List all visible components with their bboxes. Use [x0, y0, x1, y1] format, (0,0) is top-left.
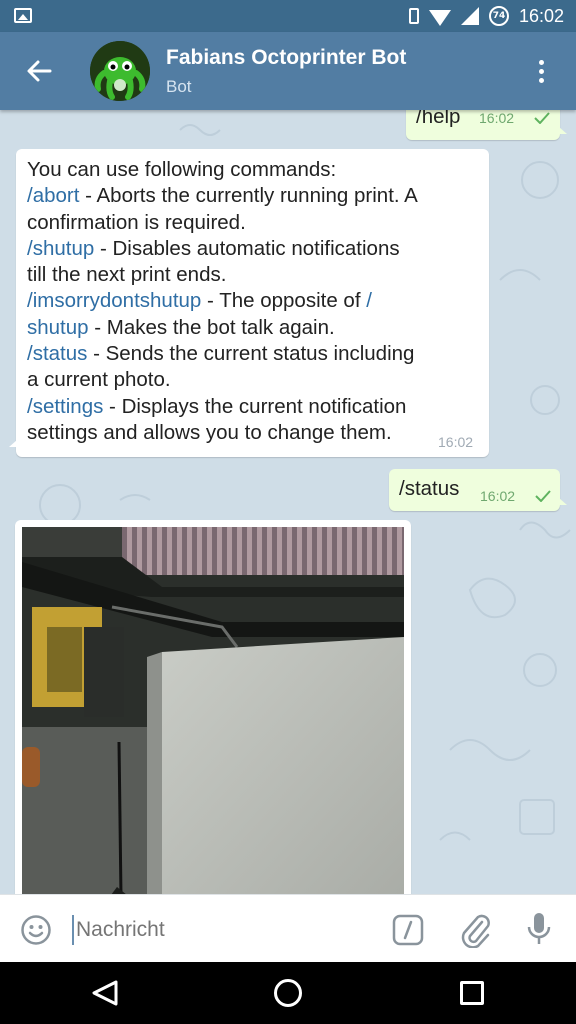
attach-icon[interactable] — [458, 912, 492, 948]
status-bar: 74 16:02 — [0, 0, 576, 32]
printer-photo[interactable] — [22, 527, 404, 894]
message-line: /shutup - Disables automatic notificatio… — [27, 236, 482, 262]
message-time: 16:02 — [438, 434, 474, 450]
message-outgoing-status[interactable]: /status 16:02 — [389, 469, 567, 511]
message-composer — [0, 894, 576, 962]
command-link-shutup[interactable]: /shutup — [27, 237, 94, 260]
line-text: - Disables automatic notifications — [94, 236, 400, 260]
vibrate-icon — [408, 8, 419, 24]
command-link-imsorrydontshutup[interactable]: /imsorrydontshutup — [27, 289, 201, 312]
status-time: 16:02 — [518, 5, 564, 26]
message-outgoing-help[interactable]: /help 16:02 — [406, 110, 567, 140]
wifi-icon — [428, 10, 451, 26]
bot-commands-icon[interactable] — [392, 914, 424, 946]
gallery-notification-icon — [14, 8, 32, 23]
message-incoming-commands[interactable]: You can use following commands: /abort -… — [9, 149, 489, 457]
message-time: 16:02 — [479, 110, 515, 126]
nav-home-icon[interactable] — [274, 979, 302, 1007]
nav-recents-icon[interactable] — [460, 981, 484, 1005]
message-line: /abort - Aborts the currently running pr… — [27, 183, 482, 209]
read-check-icon — [534, 112, 550, 124]
line-text: till the next print ends. — [27, 263, 227, 287]
bot-avatar[interactable] — [90, 41, 150, 101]
chat-title[interactable]: Fabians Octoprinter Bot — [166, 46, 406, 70]
message-time: 16:02 — [480, 488, 516, 504]
message-body: You can use following commands: /abort -… — [27, 157, 482, 446]
nav-back-icon[interactable] — [90, 979, 120, 1007]
command-link-shutup-part2[interactable]: shutup — [27, 316, 89, 339]
bubble-tail — [559, 498, 567, 505]
more-vert-dot — [538, 68, 544, 74]
emoji-icon[interactable] — [20, 914, 52, 946]
message-line: /status - Sends the current status inclu… — [27, 341, 482, 367]
chat-header: Fabians Octoprinter Bot Bot — [0, 32, 576, 110]
line-text: - Displays the current notification — [103, 394, 407, 418]
chat-subtitle: Bot — [166, 77, 192, 96]
message-line: settings and allows you to change them. — [27, 420, 482, 446]
message-line: till the next print ends. — [27, 262, 482, 288]
command-link-abort[interactable]: /abort — [27, 184, 79, 207]
bubble-tail — [559, 127, 567, 134]
line-text: a current photo. — [27, 368, 171, 392]
line-text: - Makes the bot talk again. — [88, 315, 335, 339]
line-text: - The opposite of — [201, 289, 367, 313]
line-text: settings and allows you to change them. — [27, 420, 392, 444]
line-text: - Aborts the currently running print. A — [79, 184, 418, 208]
more-vert-icon — [538, 59, 544, 65]
message-text[interactable]: /help — [416, 110, 460, 130]
octopus-avatar-icon — [90, 41, 150, 101]
status-icons: 74 16:02 — [408, 5, 564, 26]
message-line: confirmation is required. — [27, 210, 482, 236]
cell-signal-icon — [460, 7, 479, 25]
message-line: a current photo. — [27, 367, 482, 393]
command-link-shutup-part1[interactable]: / — [366, 289, 372, 312]
line-text: - Sends the current status including — [87, 342, 415, 366]
line-text: confirmation is required. — [27, 210, 246, 234]
message-line: /imsorrydontshutup - The opposite of / — [27, 288, 482, 314]
message-input[interactable] — [72, 915, 372, 945]
system-navigation-bar — [0, 962, 576, 1024]
bubble-tail — [9, 440, 17, 447]
message-line: /settings - Displays the current notific… — [27, 394, 482, 420]
arrow-back-icon — [27, 60, 52, 82]
command-link-status[interactable]: /status — [27, 342, 87, 365]
chat-history[interactable]: /help 16:02 You can use following comman… — [0, 110, 576, 894]
more-vert-dot — [538, 77, 544, 83]
message-line: shutup - Makes the bot talk again. — [27, 315, 482, 341]
microphone-icon[interactable] — [526, 911, 552, 947]
line-text: You can use following commands: — [27, 158, 337, 181]
message-line: You can use following commands: — [27, 157, 482, 183]
battery-icon: 74 — [488, 6, 509, 26]
back-button[interactable] — [18, 50, 60, 92]
message-text[interactable]: /status — [399, 476, 459, 502]
message-incoming-photo[interactable] — [8, 520, 411, 894]
read-check-icon — [535, 490, 551, 502]
command-link-settings[interactable]: /settings — [27, 395, 103, 418]
overflow-menu-button[interactable] — [526, 56, 556, 86]
